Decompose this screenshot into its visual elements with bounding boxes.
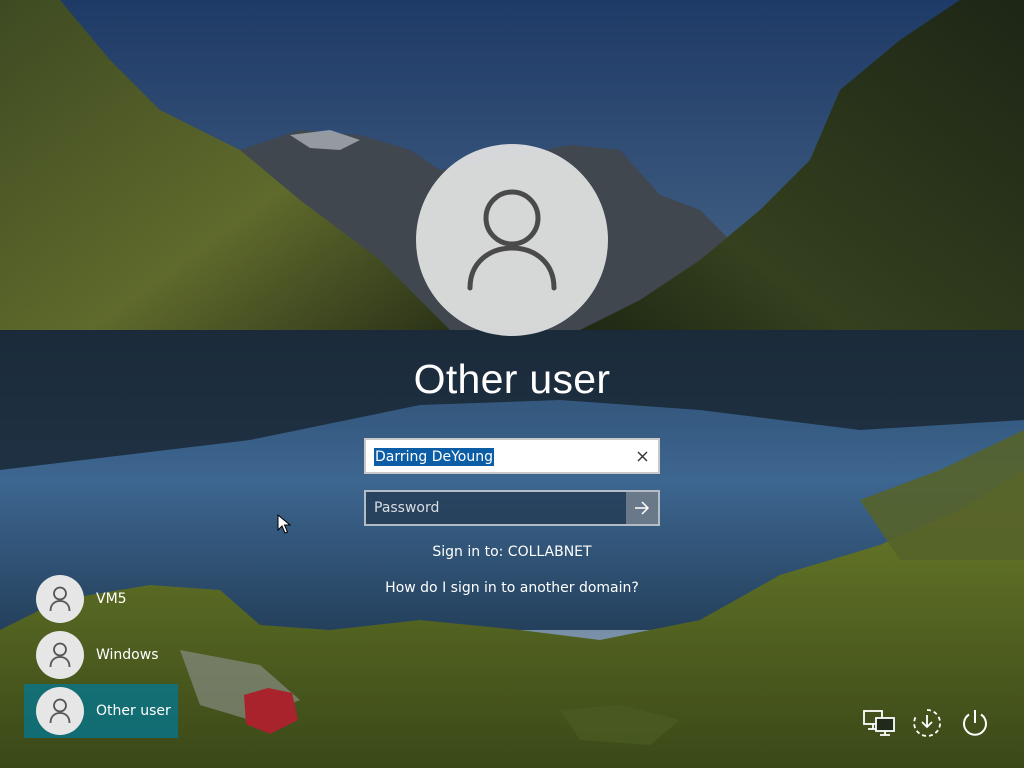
user-tile-label: Other user	[96, 703, 171, 719]
username-value[interactable]: Darring DeYoung	[374, 448, 495, 466]
user-avatar	[36, 687, 84, 735]
ease-of-access-button[interactable]	[910, 706, 944, 740]
user-tile-windows[interactable]: Windows	[24, 628, 178, 682]
power-icon	[963, 710, 987, 736]
person-icon	[467, 189, 557, 291]
selected-user-name: Other user	[413, 356, 611, 402]
person-icon	[49, 642, 71, 668]
network-icon	[863, 710, 895, 736]
another-domain-help-link[interactable]: How do I sign in to another domain?	[312, 580, 712, 596]
user-avatar	[36, 575, 84, 623]
username-field[interactable]: Darring DeYoung	[364, 438, 660, 474]
user-tile-vm5[interactable]: VM5	[24, 572, 178, 626]
person-icon	[49, 698, 71, 724]
user-avatar-large	[416, 144, 608, 336]
person-icon	[49, 586, 71, 612]
password-field[interactable]	[364, 490, 660, 526]
user-tile-label: VM5	[96, 591, 127, 607]
close-icon	[637, 451, 647, 461]
clear-username-button[interactable]	[632, 446, 652, 466]
user-avatar	[36, 631, 84, 679]
mouse-cursor-icon	[277, 514, 291, 534]
user-tile-label: Windows	[96, 647, 159, 663]
password-input[interactable]	[366, 492, 628, 524]
ease-of-access-icon	[913, 709, 942, 737]
network-button[interactable]	[862, 706, 896, 740]
user-tile-other-user[interactable]: Other user	[24, 684, 178, 738]
arrow-right-icon	[635, 501, 650, 515]
sign-in-domain-text: Sign in to: COLLABNET	[432, 544, 592, 560]
submit-button[interactable]	[626, 492, 658, 524]
power-button[interactable]	[958, 706, 992, 740]
